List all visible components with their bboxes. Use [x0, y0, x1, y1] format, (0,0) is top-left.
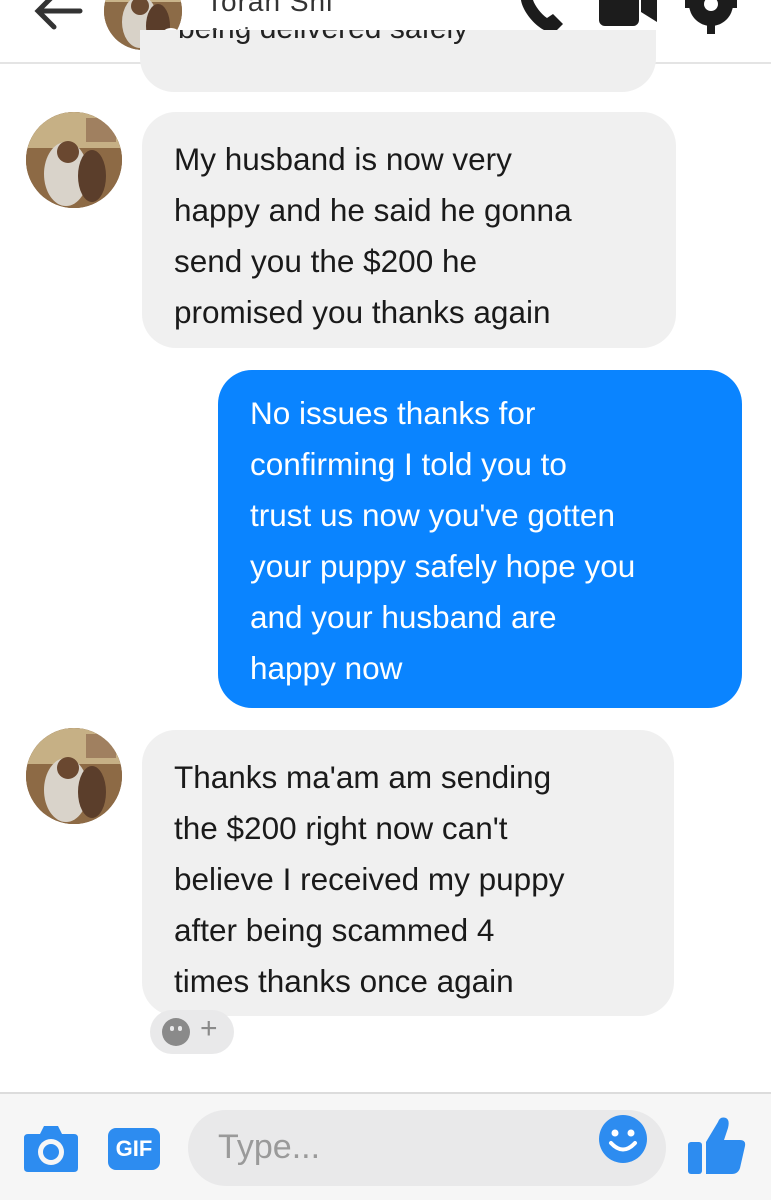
camera-icon[interactable] [22, 1122, 80, 1174]
message-bubble-partial: being delivered safely [140, 30, 656, 92]
video-camera-icon[interactable] [597, 0, 659, 26]
message-composer: GIF Type... [0, 1092, 771, 1200]
message-input-placeholder: Type... [218, 1128, 321, 1166]
add-reaction-button[interactable]: + [150, 1010, 234, 1054]
thumbs-up-icon[interactable] [686, 1114, 746, 1176]
gear-icon[interactable] [680, 0, 742, 34]
plus-icon: + [200, 1012, 218, 1045]
sender-avatar[interactable] [26, 728, 122, 824]
sender-avatar[interactable] [26, 112, 122, 208]
contact-name: Torah Shi [206, 0, 334, 17]
emoji-icon[interactable] [598, 1114, 648, 1164]
phone-icon[interactable] [515, 0, 577, 34]
message-bubble-incoming: Thanks ma'am am sending the $200 right n… [142, 730, 674, 1016]
gif-button[interactable]: GIF [108, 1128, 160, 1170]
message-bubble-incoming: My husband is now very happy and he said… [142, 112, 676, 348]
back-arrow-icon[interactable] [28, 0, 88, 36]
message-bubble-outgoing: No issues thanks for confirming I told y… [218, 370, 742, 708]
reaction-face-icon [162, 1018, 190, 1046]
message-text: being delivered safely [178, 30, 468, 46]
message-input[interactable]: Type... [188, 1110, 666, 1186]
